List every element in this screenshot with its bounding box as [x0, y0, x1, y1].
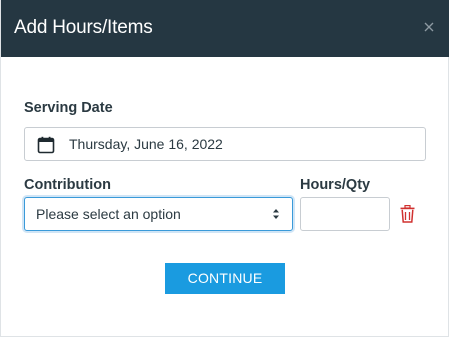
- dialog-title: Add Hours/Items: [14, 17, 153, 38]
- continue-button[interactable]: CONTINUE: [165, 263, 285, 294]
- dialog-header: Add Hours/Items: [1, 0, 449, 57]
- serving-date-field[interactable]: Thursday, June 16, 2022: [24, 127, 426, 161]
- calendar-icon: [37, 136, 55, 154]
- hours-qty-input[interactable]: [300, 197, 390, 231]
- close-icon[interactable]: [422, 20, 436, 34]
- serving-date-label: Serving Date: [24, 100, 113, 116]
- contribution-label: Contribution: [24, 177, 111, 193]
- trash-icon[interactable]: [400, 205, 415, 223]
- contribution-selected-value: Please select an option: [36, 206, 181, 222]
- add-hours-dialog: Add Hours/Items Serving Date Thursday, J…: [0, 0, 449, 337]
- hours-qty-label: Hours/Qty: [300, 177, 371, 193]
- contribution-select[interactable]: Please select an option: [24, 197, 293, 231]
- select-arrows-icon: [273, 209, 279, 219]
- serving-date-value: Thursday, June 16, 2022: [69, 136, 223, 152]
